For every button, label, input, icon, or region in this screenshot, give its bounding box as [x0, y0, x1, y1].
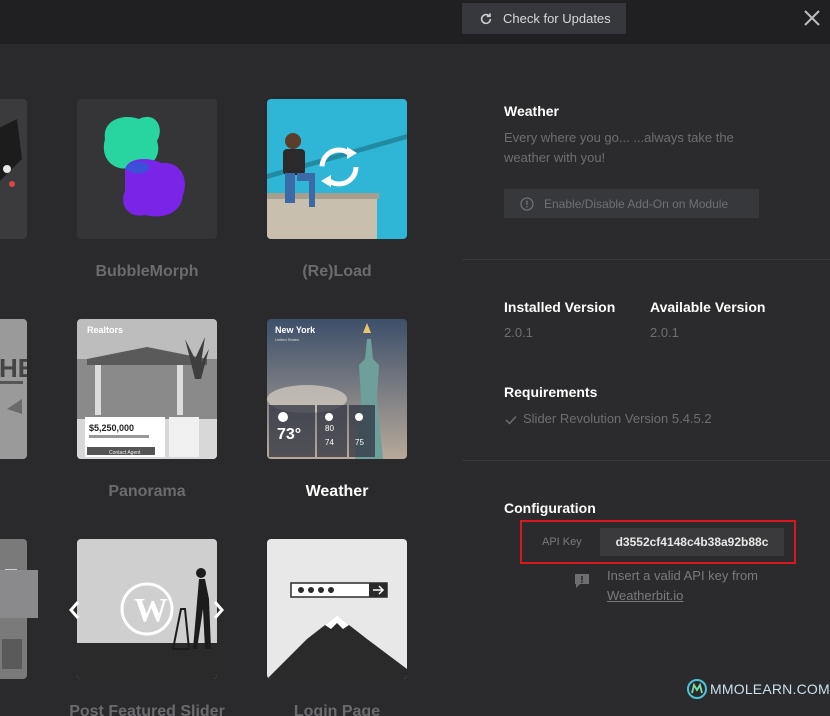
api-key-hint-text: Insert a valid API key from: [607, 568, 759, 583]
available-version-label: Available Version: [650, 299, 766, 315]
divider: [462, 460, 830, 461]
weather-thumb-temp4: 75: [355, 438, 364, 447]
api-key-hint: Insert a valid API key from Weatherbit.i…: [607, 566, 758, 606]
installed-version-value: 2.0.1: [504, 325, 533, 340]
watermark-logo-icon: [687, 679, 707, 699]
configuration-label: Configuration: [504, 500, 596, 516]
api-key-label: API Key: [542, 536, 582, 548]
weatherbit-link[interactable]: Weatherbit.io: [607, 586, 758, 606]
addon-details-panel: Weather Every where you go... ...always …: [462, 44, 830, 716]
available-version-value: 2.0.1: [650, 325, 679, 340]
api-key-input[interactable]: d3552cf4148c4b38a92b88c: [600, 528, 784, 556]
weather-thumb-temp: 73°: [277, 426, 301, 443]
svg-text:HE: HE: [0, 353, 27, 383]
weather-thumb-city: New York: [275, 325, 316, 335]
weather-thumb-region: United States: [275, 337, 299, 342]
addon-label-reload: (Re)Load: [302, 263, 372, 280]
addon-label-weather: Weather: [305, 483, 369, 500]
addon-thumb-post-featured-slider[interactable]: W: [77, 539, 217, 679]
addon-label-bubblemorph: BubbleMorph: [95, 263, 199, 280]
addon-label-login-page: Login Page: [293, 703, 381, 716]
addon-thumb-partial-1[interactable]: [0, 99, 27, 239]
thumb-overlay-card: [0, 570, 38, 618]
addon-thumb-bubblemorph[interactable]: [77, 99, 217, 239]
panorama-thumb-price: $5,250,000: [89, 423, 134, 433]
check-for-updates-button[interactable]: Check for Updates: [462, 3, 626, 34]
info-circle-icon: [520, 196, 534, 211]
enable-disable-addon-button[interactable]: Enable/Disable Add-On on Module: [504, 189, 759, 218]
addon-thumb-weather[interactable]: New York United States 73° 80 74 75: [267, 319, 407, 459]
api-key-highlight: API Key d3552cf4148c4b38a92b88c: [520, 520, 796, 564]
watermark-text: MMOLEARN.COM: [710, 681, 830, 697]
slider-next-chevron-icon: [213, 601, 224, 619]
gallery-topbar: [0, 0, 462, 44]
requirement-item: Slider Revolution Version 5.4.5.2: [523, 411, 712, 426]
addon-title: Weather: [504, 103, 559, 119]
addon-description-line2: weather with you!: [504, 150, 606, 165]
comment-alert-icon: [575, 574, 589, 588]
addon-thumb-reload[interactable]: [267, 99, 407, 239]
addon-thumb-login-page[interactable]: [267, 539, 407, 679]
addon-label-panorama: Panorama: [108, 483, 186, 500]
enable-disable-addon-label: Enable/Disable Add-On on Module: [544, 196, 729, 211]
close-icon[interactable]: [802, 8, 822, 28]
check-for-updates-label: Check for Updates: [503, 11, 611, 26]
weather-thumb-temp3: 74: [325, 438, 334, 447]
panorama-thumb-cta: Contact Agent: [109, 450, 141, 456]
watermark: MMOLEARN.COM: [686, 678, 830, 700]
check-icon: [505, 415, 517, 425]
addon-thumb-panorama[interactable]: $5,250,000 Contact Agent Realtors: [77, 319, 217, 459]
weather-thumb-temp2: 80: [325, 424, 334, 433]
divider: [462, 259, 830, 260]
addon-label-post-featured-slider: Post Featured Slider: [69, 703, 225, 716]
slider-prev-chevron-icon: [69, 601, 80, 619]
addon-manager-window: Check for Updates HE BubbleMorph (Re)Loa…: [0, 0, 830, 716]
addon-thumb-partial-2[interactable]: HE: [0, 319, 27, 459]
addon-gallery: HE BubbleMorph (Re)Load $5,250,000 Conta…: [0, 44, 462, 716]
svg-text:W: W: [134, 592, 168, 629]
installed-version-label: Installed Version: [504, 299, 616, 315]
panorama-thumb-brand: Realtors: [87, 325, 123, 335]
addon-description-line1: Every where you go... ...always take the: [504, 130, 734, 145]
refresh-icon: [480, 12, 492, 24]
requirements-label: Requirements: [504, 384, 598, 400]
